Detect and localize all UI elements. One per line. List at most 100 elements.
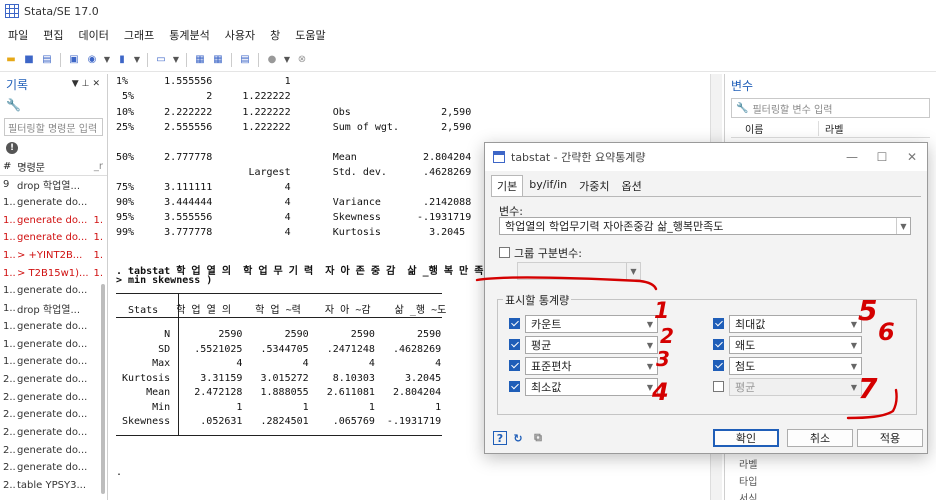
col-rc[interactable]: _r	[94, 161, 103, 172]
log-icon[interactable]: ▣	[67, 53, 81, 67]
statistic-combobox[interactable]: 첨도 ▼	[729, 357, 862, 375]
history-item[interactable]: 2.. generate do...	[0, 371, 107, 389]
tab-main[interactable]: 기본	[491, 175, 524, 197]
statistic-checkbox[interactable]	[713, 318, 724, 329]
chevron-down-icon[interactable]: ▼	[847, 337, 861, 353]
menu-graphics[interactable]: 그래프	[124, 27, 154, 43]
statistic-checkbox[interactable]	[509, 339, 520, 350]
history-item[interactable]: 1.. generate do... 1.	[0, 211, 107, 229]
statistic-combobox[interactable]: 평균 ▼	[525, 336, 658, 354]
history-item[interactable]: 1.. generate do...	[0, 318, 107, 336]
statistic-checkbox[interactable]	[713, 360, 724, 371]
history-item[interactable]: 1.. generate do... 1.	[0, 229, 107, 247]
ok-button[interactable]: 확인	[713, 429, 779, 447]
group-variable-combobox[interactable]: ▼	[517, 262, 641, 280]
chevron-down-icon[interactable]: ▼	[103, 53, 111, 67]
variables-filter-input[interactable]: 🔧 필터링할 변수 입력	[731, 98, 930, 118]
history-item[interactable]: 1.. drop 학업열...	[0, 300, 107, 318]
history-item[interactable]: 2.. generate do...	[0, 459, 107, 477]
reset-icon[interactable]: ↻	[511, 431, 525, 445]
wrench-icon[interactable]: 🔧	[736, 103, 748, 114]
history-item[interactable]: 2.. generate do...	[0, 388, 107, 406]
statistic-checkbox[interactable]	[509, 381, 520, 392]
variables-combobox[interactable]: 학업열의 학업무기력 자아존중감 삶_행복만족도 ▼	[499, 217, 911, 235]
minimize-icon[interactable]: —	[837, 150, 867, 164]
chevron-down-icon[interactable]: ▼	[172, 53, 180, 67]
col-number[interactable]: #	[3, 161, 11, 172]
menu-data[interactable]: 데이터	[79, 27, 109, 43]
save-icon[interactable]: ■	[22, 53, 36, 67]
menu-statistics[interactable]: 통계분석	[169, 27, 209, 43]
print-icon[interactable]: ▤	[40, 53, 54, 67]
data-editor-icon[interactable]: ▦	[193, 53, 207, 67]
statistic-combobox[interactable]: 평균 ▼	[729, 378, 862, 396]
chevron-down-icon[interactable]: ▼	[133, 53, 141, 67]
history-item[interactable]: 2.. generate do...	[0, 441, 107, 459]
tab-weights[interactable]: 가중치	[573, 175, 615, 197]
statistic-checkbox[interactable]	[713, 339, 724, 350]
history-item[interactable]: 1.. generate do...	[0, 335, 107, 353]
chevron-down-icon[interactable]: ▼	[643, 358, 657, 374]
chevron-down-icon[interactable]: ▼	[847, 379, 861, 395]
data-browser-icon[interactable]: ▦	[211, 53, 225, 67]
chevron-down-icon[interactable]: ▼	[643, 337, 657, 353]
history-item-command: generate do...	[17, 409, 88, 421]
history-item[interactable]: 2.. generate do...	[0, 406, 107, 424]
col-label[interactable]: 라벨	[819, 121, 843, 136]
chevron-down-icon[interactable]: ▼	[896, 218, 910, 234]
history-item[interactable]: 9 drop 학업열...	[0, 176, 107, 194]
statistic-checkbox[interactable]	[509, 318, 520, 329]
statistic-combobox[interactable]: 왜도 ▼	[729, 336, 862, 354]
statistic-combobox[interactable]: 카운트 ▼	[525, 315, 658, 333]
history-item-command: generate do...	[17, 338, 88, 350]
group-variable-checkbox[interactable]	[499, 247, 510, 258]
viewer-eye-icon[interactable]: ◉	[85, 53, 99, 67]
history-item-number: 2..	[3, 480, 16, 492]
history-scrollbar[interactable]	[101, 284, 105, 494]
menu-bar: 파일 편집 데이터 그래프 통계분석 사용자 창 도움말	[0, 24, 936, 46]
variables-manager-icon[interactable]: ▤	[238, 53, 252, 67]
help-icon[interactable]: ?	[493, 431, 507, 445]
col-name[interactable]: 이름	[731, 121, 819, 136]
history-item[interactable]: 1.. generate do...	[0, 353, 107, 371]
more-icon[interactable]: ●	[265, 53, 279, 67]
chevron-down-icon[interactable]: ▼	[643, 316, 657, 332]
error-filter-toggle[interactable]: !	[0, 138, 107, 158]
close-icon[interactable]: ✕	[897, 150, 927, 164]
panel-controls-icon[interactable]: ▼⊥✕	[72, 79, 103, 89]
history-filter-input[interactable]: 필터링할 명령문 입력	[4, 118, 103, 136]
wrench-icon[interactable]: 🔧	[0, 94, 107, 116]
chevron-down-icon[interactable]: ▼	[847, 358, 861, 374]
menu-window[interactable]: 창	[270, 27, 280, 43]
tab-by-if-in[interactable]: by/if/in	[523, 175, 573, 197]
history-item[interactable]: 1.. > T2B15w1)... 1.	[0, 264, 107, 282]
apply-button[interactable]: 적용	[857, 429, 923, 447]
chevron-down-icon[interactable]: ▼	[847, 316, 861, 332]
copy-command-icon[interactable]: ⧉	[531, 431, 545, 445]
history-item[interactable]: 2.. table YPSY3...	[0, 477, 107, 495]
do-file-editor-icon[interactable]: ▭	[154, 53, 168, 67]
chevron-down-icon[interactable]: ▼	[626, 263, 640, 279]
graph-icon[interactable]: ▮	[115, 53, 129, 67]
menu-help[interactable]: 도움말	[295, 27, 325, 43]
history-item[interactable]: 1.. > +YINT2B... 1.	[0, 247, 107, 265]
statistic-combobox[interactable]: 최대값 ▼	[729, 315, 862, 333]
menu-file[interactable]: 파일	[8, 27, 28, 43]
col-command[interactable]: 명령문	[17, 159, 45, 174]
statistic-combobox[interactable]: 표준편차 ▼	[525, 357, 658, 375]
statistic-checkbox[interactable]	[713, 381, 724, 392]
menu-user[interactable]: 사용자	[225, 27, 255, 43]
statistic-combobox[interactable]: 최소값 ▼	[525, 378, 658, 396]
maximize-icon[interactable]: ☐	[867, 150, 897, 164]
menu-edit[interactable]: 편집	[43, 27, 63, 43]
history-item[interactable]: 1.. generate do...	[0, 194, 107, 212]
open-folder-icon[interactable]: ▬	[4, 53, 18, 67]
cancel-button[interactable]: 취소	[787, 429, 853, 447]
tab-options[interactable]: 옵션	[616, 175, 648, 197]
chevron-down-icon[interactable]: ▼	[283, 53, 291, 67]
history-item[interactable]: 2.. generate do...	[0, 424, 107, 442]
chevron-down-icon[interactable]: ▼	[643, 379, 657, 395]
history-item[interactable]: 1.. generate do...	[0, 282, 107, 300]
statistic-checkbox[interactable]	[509, 360, 520, 371]
break-icon[interactable]: ⊗	[295, 53, 309, 67]
